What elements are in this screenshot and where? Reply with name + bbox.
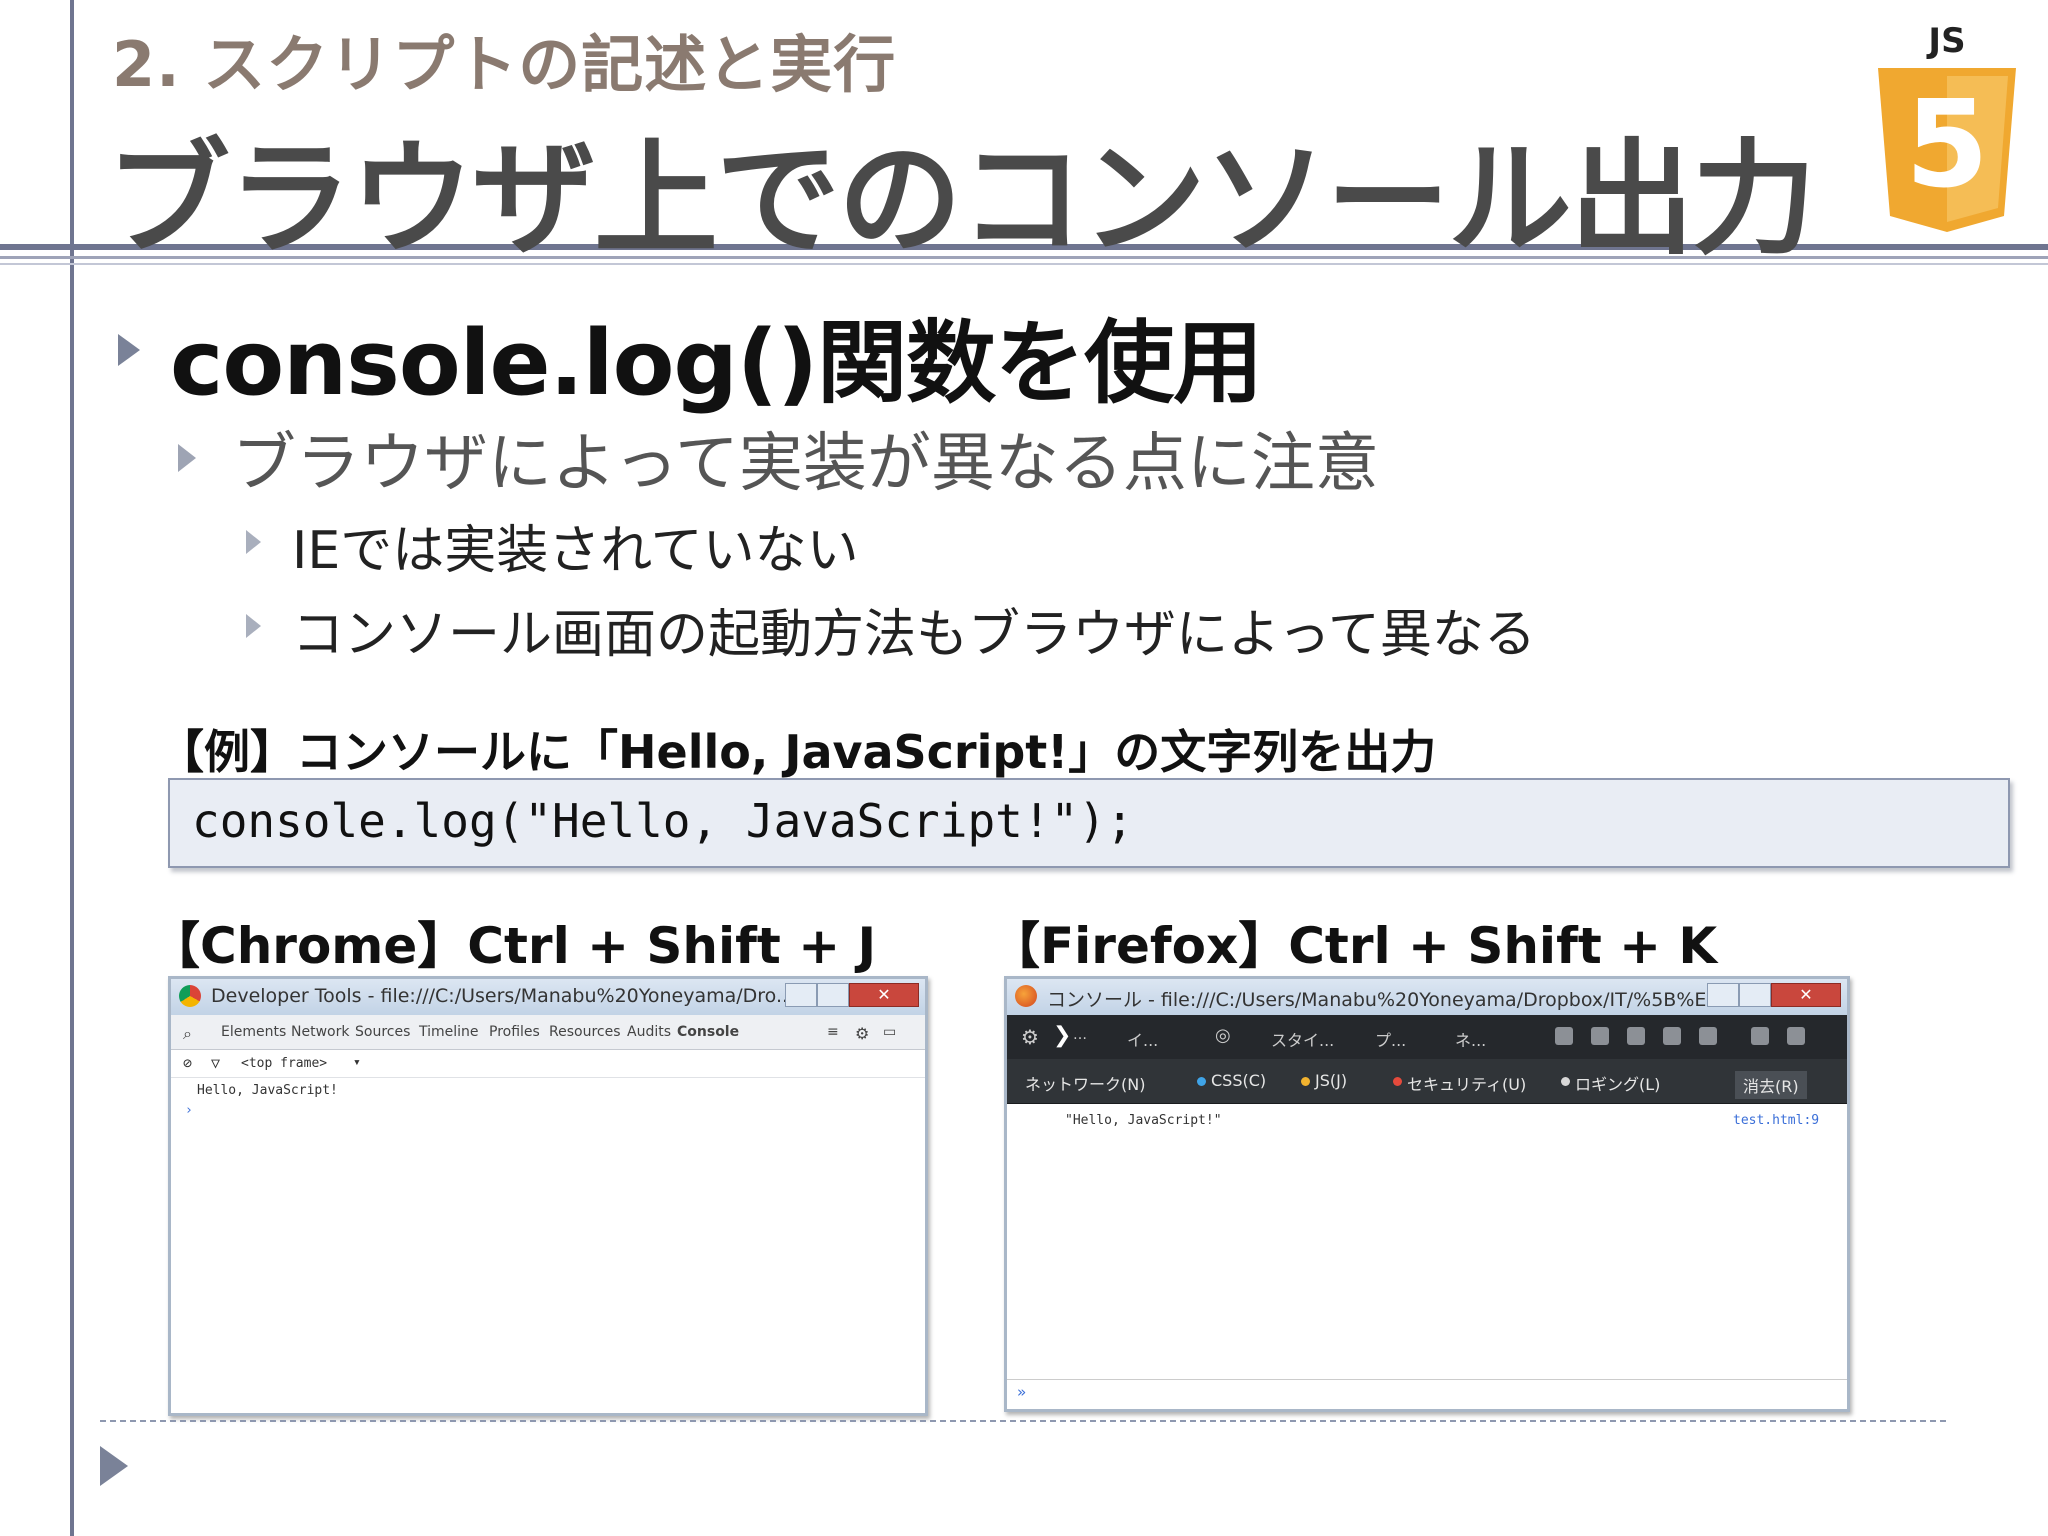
gear-icon[interactable]: ⚙ (1021, 1025, 1039, 1049)
debugger-icon[interactable]: ◎ (1215, 1025, 1231, 1046)
bullet-arrow-icon (246, 614, 261, 638)
console-output-line: Hello, JavaScript! (197, 1083, 338, 1098)
firefox-toolbar: ⚙ ❯ … イ... ◎ スタイ... プ... ネ... (1007, 1015, 1847, 1059)
tab-console[interactable]: Console (677, 1024, 739, 1040)
scratchpad-icon[interactable] (1591, 1027, 1609, 1045)
close-button[interactable]: ✕ (1771, 983, 1841, 1007)
section-heading: 2. スクリプトの記述と実行 (112, 28, 897, 101)
source-link[interactable]: test.html:9 (1733, 1113, 1819, 1128)
tab-resources[interactable]: Resources (549, 1024, 621, 1040)
chrome-window-title: Developer Tools - file:///C:/Users/Manab… (211, 985, 795, 1007)
next-slide-arrow-icon[interactable] (100, 1446, 128, 1486)
filter-security-dot (1393, 1071, 1406, 1090)
example-caption: 【例】コンソールに「Hello, JavaScript!」の文字列を出力 (158, 725, 1437, 779)
tool-profiler[interactable]: プ... (1375, 1027, 1406, 1051)
clear-console-icon[interactable]: ⊘ (183, 1054, 192, 1072)
responsive-icon[interactable] (1555, 1027, 1573, 1045)
logo-digit: 5 (1905, 76, 1989, 215)
code-box: console.log("Hello, JavaScript!"); (168, 778, 2010, 868)
filter-js-dot (1301, 1071, 1314, 1090)
bullet-level3-2: コンソール画面の起動方法もブラウザによって異なる (292, 605, 1536, 665)
filter-logging[interactable]: ロギング(L) (1575, 1071, 1660, 1095)
firefox-shortcut-caption: 【Firefox】Ctrl + Shift + K (990, 917, 1718, 975)
chevron-down-icon[interactable]: ▾ (353, 1055, 361, 1070)
filter-css-dot (1197, 1071, 1210, 1090)
console-prompt-icon: » (1017, 1383, 1027, 1401)
firefox-icon (1015, 985, 1037, 1007)
chrome-devtools-window: Developer Tools - file:///C:/Users/Manab… (168, 976, 928, 1416)
tab-elements[interactable]: Elements (221, 1024, 286, 1040)
firefox-filter-bar: ネットワーク(N) CSS(C) JS(J) セキュリティ(U) ロギング(L)… (1007, 1059, 1847, 1104)
filter-css[interactable]: CSS(C) (1211, 1071, 1266, 1090)
chrome-shortcut-caption: 【Chrome】Ctrl + Shift + J (150, 917, 877, 975)
drawer-icon[interactable]: ≡ (827, 1024, 839, 1040)
close-button[interactable]: ✕ (849, 983, 919, 1007)
slide-frame-vertical-line (70, 0, 74, 1536)
clear-button[interactable]: 消去(R) (1735, 1071, 1807, 1099)
tool-network[interactable]: ネ... (1455, 1027, 1486, 1051)
console-output-line: "Hello, JavaScript!" (1065, 1113, 1222, 1128)
firefox-title-bar: コンソール - file:///C:/Users/Manabu%20Yoneya… (1007, 979, 1847, 1015)
chrome-icon (179, 985, 201, 1007)
filter-logging-dot (1561, 1071, 1574, 1090)
bullet-level3-1: IEでは実装されていない (292, 521, 859, 581)
bullet-arrow-icon (178, 444, 196, 472)
bullet-level2: ブラウザによって実装が異なる点に注意 (232, 427, 1379, 501)
frame-selector[interactable]: <top frame> (241, 1056, 327, 1071)
filter-security[interactable]: セキュリティ(U) (1407, 1071, 1526, 1095)
tab-profiles[interactable]: Profiles (489, 1024, 540, 1040)
console-tool-icon[interactable]: ❯ (1053, 1023, 1071, 1048)
console-tool-more: … (1073, 1027, 1087, 1043)
tool-style-editor[interactable]: スタイ... (1271, 1027, 1334, 1051)
separate-window-icon[interactable] (1787, 1027, 1805, 1045)
firefox-input-line[interactable]: » (1007, 1379, 1847, 1406)
tab-timeline[interactable]: Timeline (419, 1024, 479, 1040)
search-icon[interactable]: ⌕ (183, 1024, 192, 1044)
javascript-logo-icon: JS 5 (1878, 21, 2016, 232)
bullet-level1: console.log()関数を使用 (170, 311, 1263, 416)
code-line: console.log("Hello, JavaScript!"); (192, 794, 1134, 848)
paint-flash-icon[interactable] (1627, 1027, 1645, 1045)
chrome-title-bar: Developer Tools - file:///C:/Users/Manab… (171, 979, 925, 1015)
slide-title: ブラウザ上でのコンソール出力 (106, 128, 1816, 272)
firefox-console-window: コンソール - file:///C:/Users/Manabu%20Yoneya… (1004, 976, 1850, 1412)
logo-text: JS (1926, 21, 1965, 61)
dock-icon[interactable]: ▭ (883, 1024, 896, 1040)
tab-audits[interactable]: Audits (627, 1024, 671, 1040)
maximize-button[interactable] (817, 983, 849, 1007)
footer-divider (100, 1420, 1946, 1422)
console-prompt-icon[interactable]: › (185, 1103, 193, 1118)
chrome-console-filter-bar: ⊘ ▽ <top frame> ▾ (171, 1049, 925, 1078)
minimize-button[interactable] (785, 983, 817, 1007)
filter-network[interactable]: ネットワーク(N) (1025, 1071, 1145, 1095)
tab-sources[interactable]: Sources (355, 1024, 410, 1040)
bullet-arrow-icon (246, 530, 261, 554)
filter-js[interactable]: JS(J) (1315, 1071, 1347, 1090)
bullet-arrow-icon (118, 334, 140, 366)
tab-network[interactable]: Network (291, 1024, 349, 1040)
filter-icon[interactable]: ▽ (211, 1054, 220, 1072)
dock-icon[interactable] (1751, 1027, 1769, 1045)
split-console-icon[interactable] (1699, 1027, 1717, 1045)
chrome-devtools-tabs: ⌕ Elements Network Sources Timeline Prof… (171, 1015, 925, 1050)
tool-inspector[interactable]: イ... (1127, 1027, 1158, 1051)
minimize-button[interactable] (1707, 983, 1739, 1007)
maximize-button[interactable] (1739, 983, 1771, 1007)
screenshot-icon[interactable] (1663, 1027, 1681, 1045)
gear-icon[interactable]: ⚙ (855, 1024, 869, 1043)
